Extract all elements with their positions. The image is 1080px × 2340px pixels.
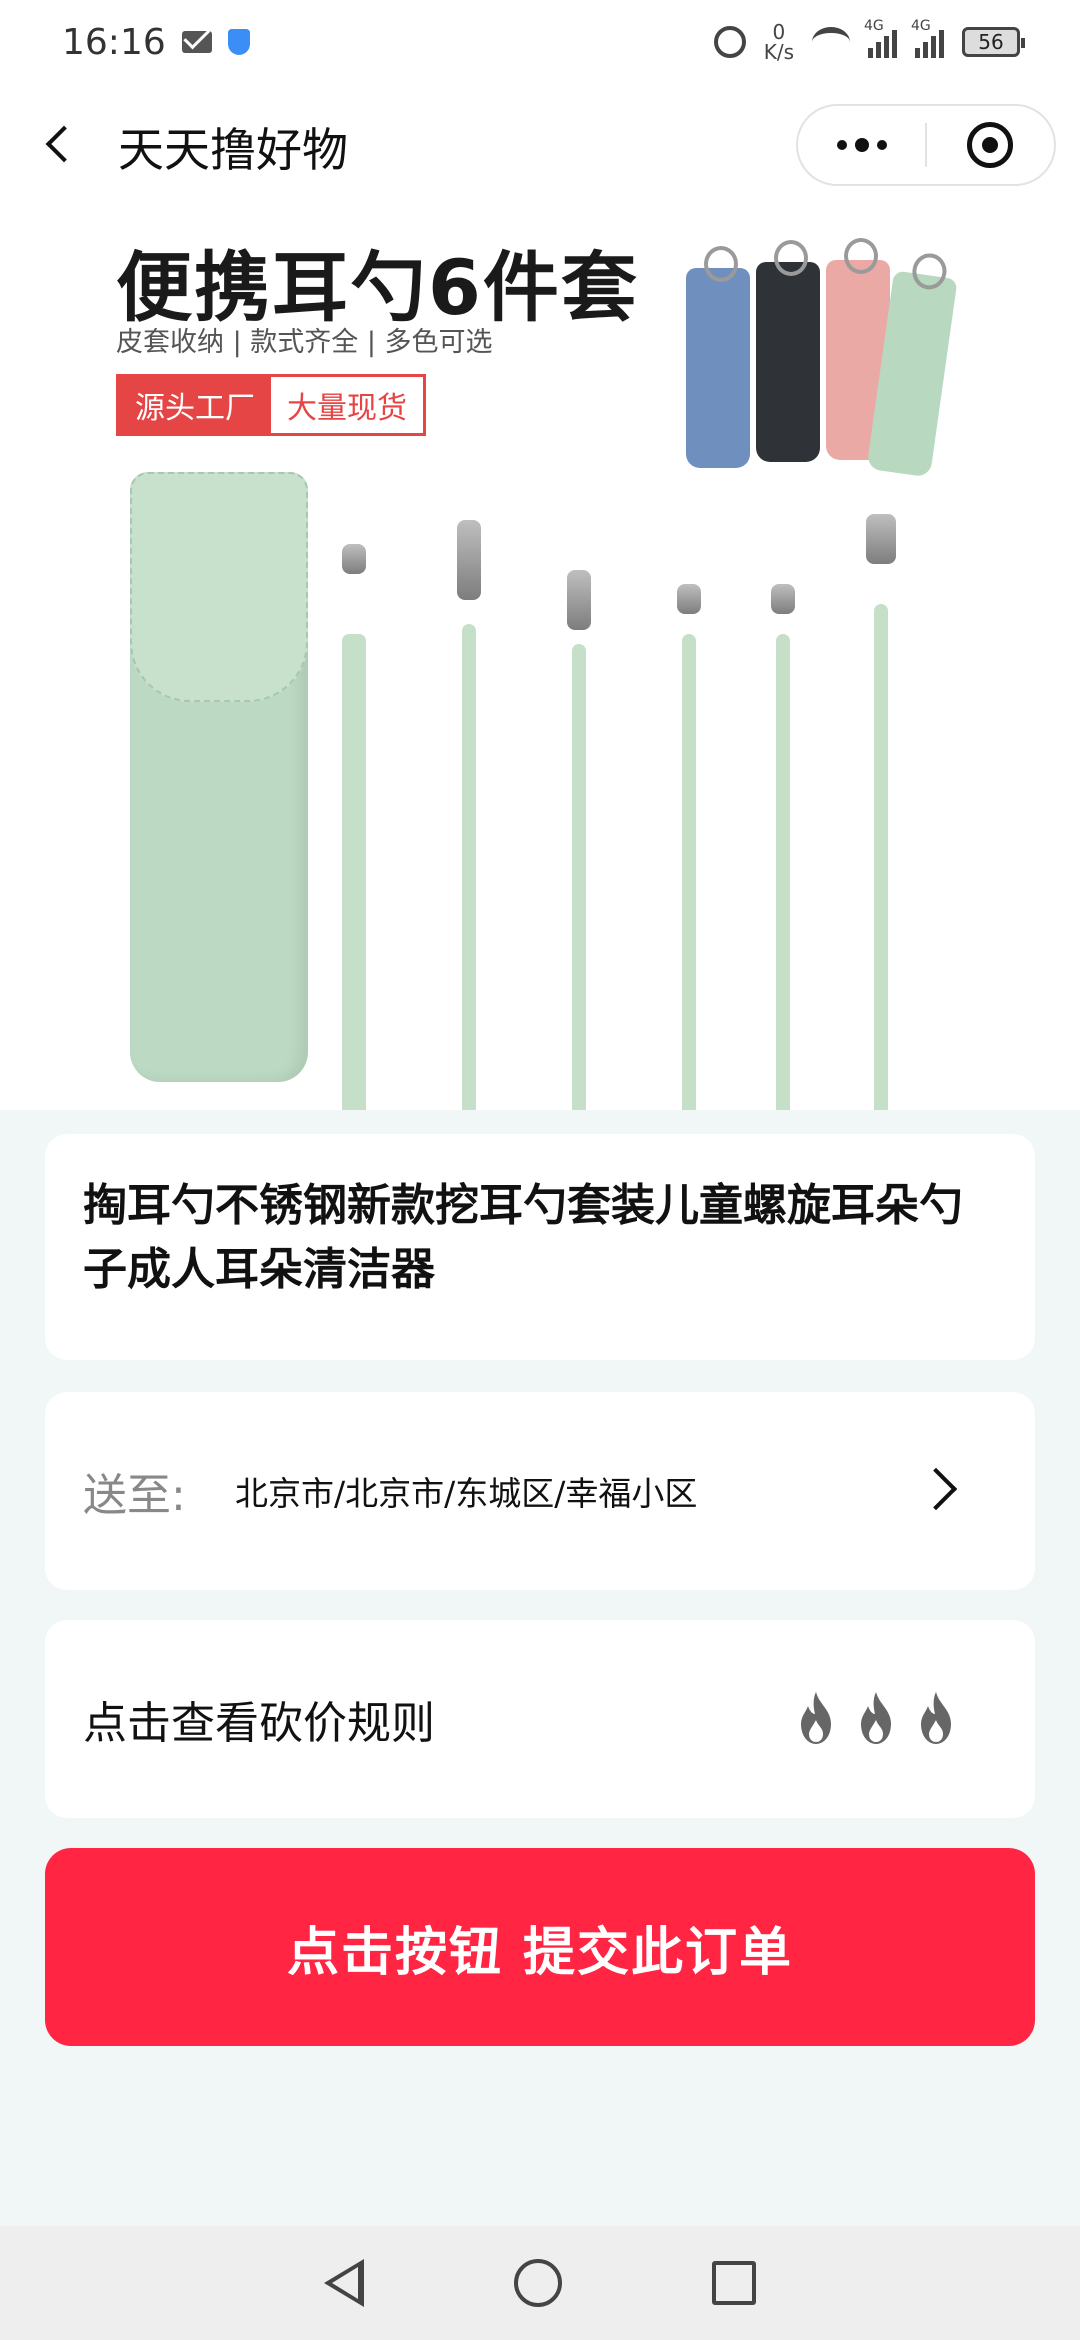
flame-icons: [791, 1690, 961, 1746]
signal-tag: 4G: [864, 18, 884, 34]
bargain-rules-row[interactable]: 点击查看砍价规则: [45, 1620, 1035, 1818]
ear-tool-head: [457, 520, 481, 600]
status-right: 0 K/s 4G 4G 56: [713, 18, 1025, 62]
ear-tool-head: [567, 570, 591, 630]
ear-tool: [572, 644, 586, 1110]
fire-icon: [861, 1692, 891, 1744]
product-title-card: 掏耳勺不锈钢新款挖耳勺套装儿童螺旋耳朵勺子成人耳朵清洁器: [45, 1134, 1035, 1360]
ear-tool: [682, 634, 696, 1110]
product-image: 便携耳勺6件套 皮套收纳 | 款式齐全 | 多色可选 源头工厂 大量现货: [0, 204, 1080, 1110]
ear-tool-head: [342, 544, 366, 574]
page-title: 天天撸好物: [118, 123, 348, 177]
promo-tag-factory: 源头工厂: [119, 377, 271, 433]
pouch-large-green: [130, 472, 308, 1082]
alarm-icon: [713, 26, 746, 58]
shield-icon: [227, 29, 250, 55]
signal-icon: 4G: [864, 18, 897, 58]
net-speed-unit: K/s: [763, 40, 794, 64]
signal-icon: 4G: [911, 18, 944, 58]
ear-tool: [342, 634, 366, 1110]
fire-icon: [921, 1692, 951, 1744]
ear-tool: [874, 604, 888, 1110]
ear-tool-head: [771, 584, 795, 614]
system-nav-bar: [0, 2226, 1080, 2340]
address-value: 北京市/北京市/东城区/幸福小区: [235, 1474, 698, 1513]
status-time: 16:16: [62, 21, 166, 63]
rules-label: 点击查看砍价规则: [83, 1698, 435, 1749]
signal-tag: 4G: [911, 18, 931, 34]
net-speed: 0 K/s: [764, 22, 794, 62]
close-miniprogram-icon[interactable]: [927, 106, 1054, 184]
wifi-icon: [812, 27, 850, 57]
ear-tool-head: [866, 514, 896, 564]
promo-subtitle: 皮套收纳 | 款式齐全 | 多色可选: [116, 327, 493, 358]
submit-order-button[interactable]: 点击按钮 提交此订单: [45, 1848, 1035, 2046]
pouch-black: [756, 240, 820, 462]
battery-level: 56: [978, 30, 1004, 54]
battery-icon: 56: [962, 27, 1025, 57]
miniprogram-capsule: [796, 104, 1056, 186]
promo-tag-stock: 大量现货: [271, 377, 423, 433]
delivery-address-row[interactable]: 送至: 北京市/北京市/东城区/幸福小区: [45, 1392, 1035, 1590]
pouch-flap: [130, 472, 308, 702]
product-title: 掏耳勺不锈钢新款挖耳勺套装儿童螺旋耳朵勺子成人耳朵清洁器: [83, 1180, 963, 1295]
fire-icon: [801, 1692, 831, 1744]
more-icon[interactable]: [798, 106, 925, 184]
system-back-icon[interactable]: [324, 2259, 364, 2307]
ear-tool: [462, 624, 476, 1110]
system-home-icon[interactable]: [514, 2259, 562, 2307]
status-bar: 16:16 0 K/s 4G 4G 56: [0, 0, 1080, 84]
chevron-right-icon: [914, 1467, 958, 1511]
ear-tool-head: [677, 584, 701, 614]
pouch-blue: [686, 246, 750, 468]
net-speed-value: 0: [772, 20, 786, 44]
mail-icon: [181, 31, 212, 53]
address-label: 送至:: [83, 1470, 186, 1521]
nav-bar: 天天撸好物: [0, 84, 1080, 204]
ear-tool: [776, 634, 790, 1110]
system-recents-icon[interactable]: [712, 2261, 756, 2305]
status-left: 16:16: [62, 22, 250, 63]
promo-tags: 源头工厂 大量现货: [116, 374, 426, 436]
back-icon[interactable]: [40, 120, 88, 168]
